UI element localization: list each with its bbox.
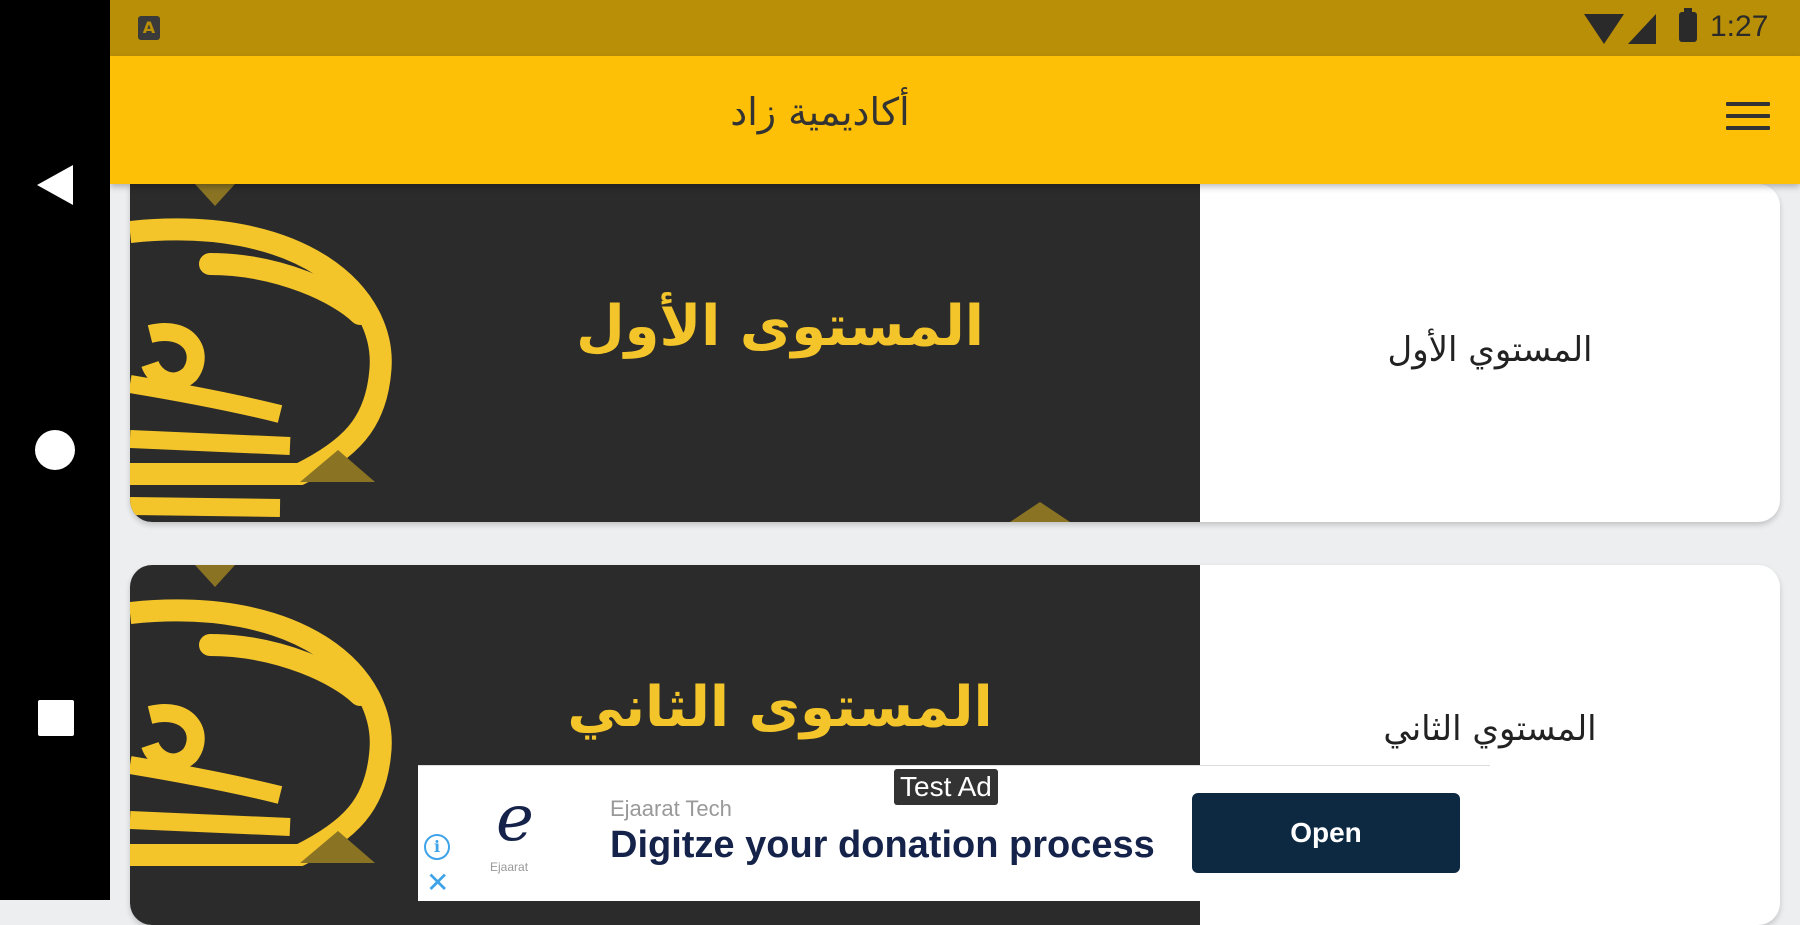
advertiser-logo: e Ejaarat	[490, 782, 534, 874]
status-bar: A 1:27	[110, 0, 1800, 56]
home-icon[interactable]	[35, 430, 75, 470]
battery-icon	[1679, 8, 1697, 42]
ad-banner[interactable]: Test Ad e Ejaarat Ejaarat Tech Digitze y…	[418, 765, 1490, 901]
card-label: المستوي الأول	[1387, 330, 1593, 370]
recents-icon[interactable]	[38, 700, 74, 736]
signal-icon	[1628, 14, 1656, 44]
banner-title: المستوى الثاني	[567, 675, 993, 740]
page-title: أكاديمية زاد	[730, 90, 910, 134]
app-bar: أكاديمية زاد	[110, 56, 1800, 184]
back-icon[interactable]	[37, 165, 73, 205]
ad-open-button[interactable]: Open	[1192, 793, 1460, 873]
system-nav-bar	[0, 0, 110, 900]
ad-info-icon[interactable]: i	[424, 834, 450, 860]
level-banner-image: المستوى الأول	[130, 184, 1200, 522]
test-ad-badge: Test Ad	[894, 769, 998, 805]
level-card[interactable]: المستوى الأول المستوي الأول	[130, 184, 1780, 522]
card-label: المستوي الثاني	[1383, 709, 1597, 749]
ad-advertiser: Ejaarat Tech	[610, 796, 732, 821]
clock: 1:27	[1710, 10, 1769, 43]
ad-close-icon[interactable]: ✕	[426, 866, 449, 899]
banner-title: المستوى الأول	[576, 294, 984, 359]
menu-icon[interactable]	[1726, 102, 1770, 136]
wifi-icon	[1584, 14, 1624, 44]
notification-icon: A	[138, 16, 160, 40]
ad-headline[interactable]: Digitze your donation process	[610, 824, 1155, 867]
